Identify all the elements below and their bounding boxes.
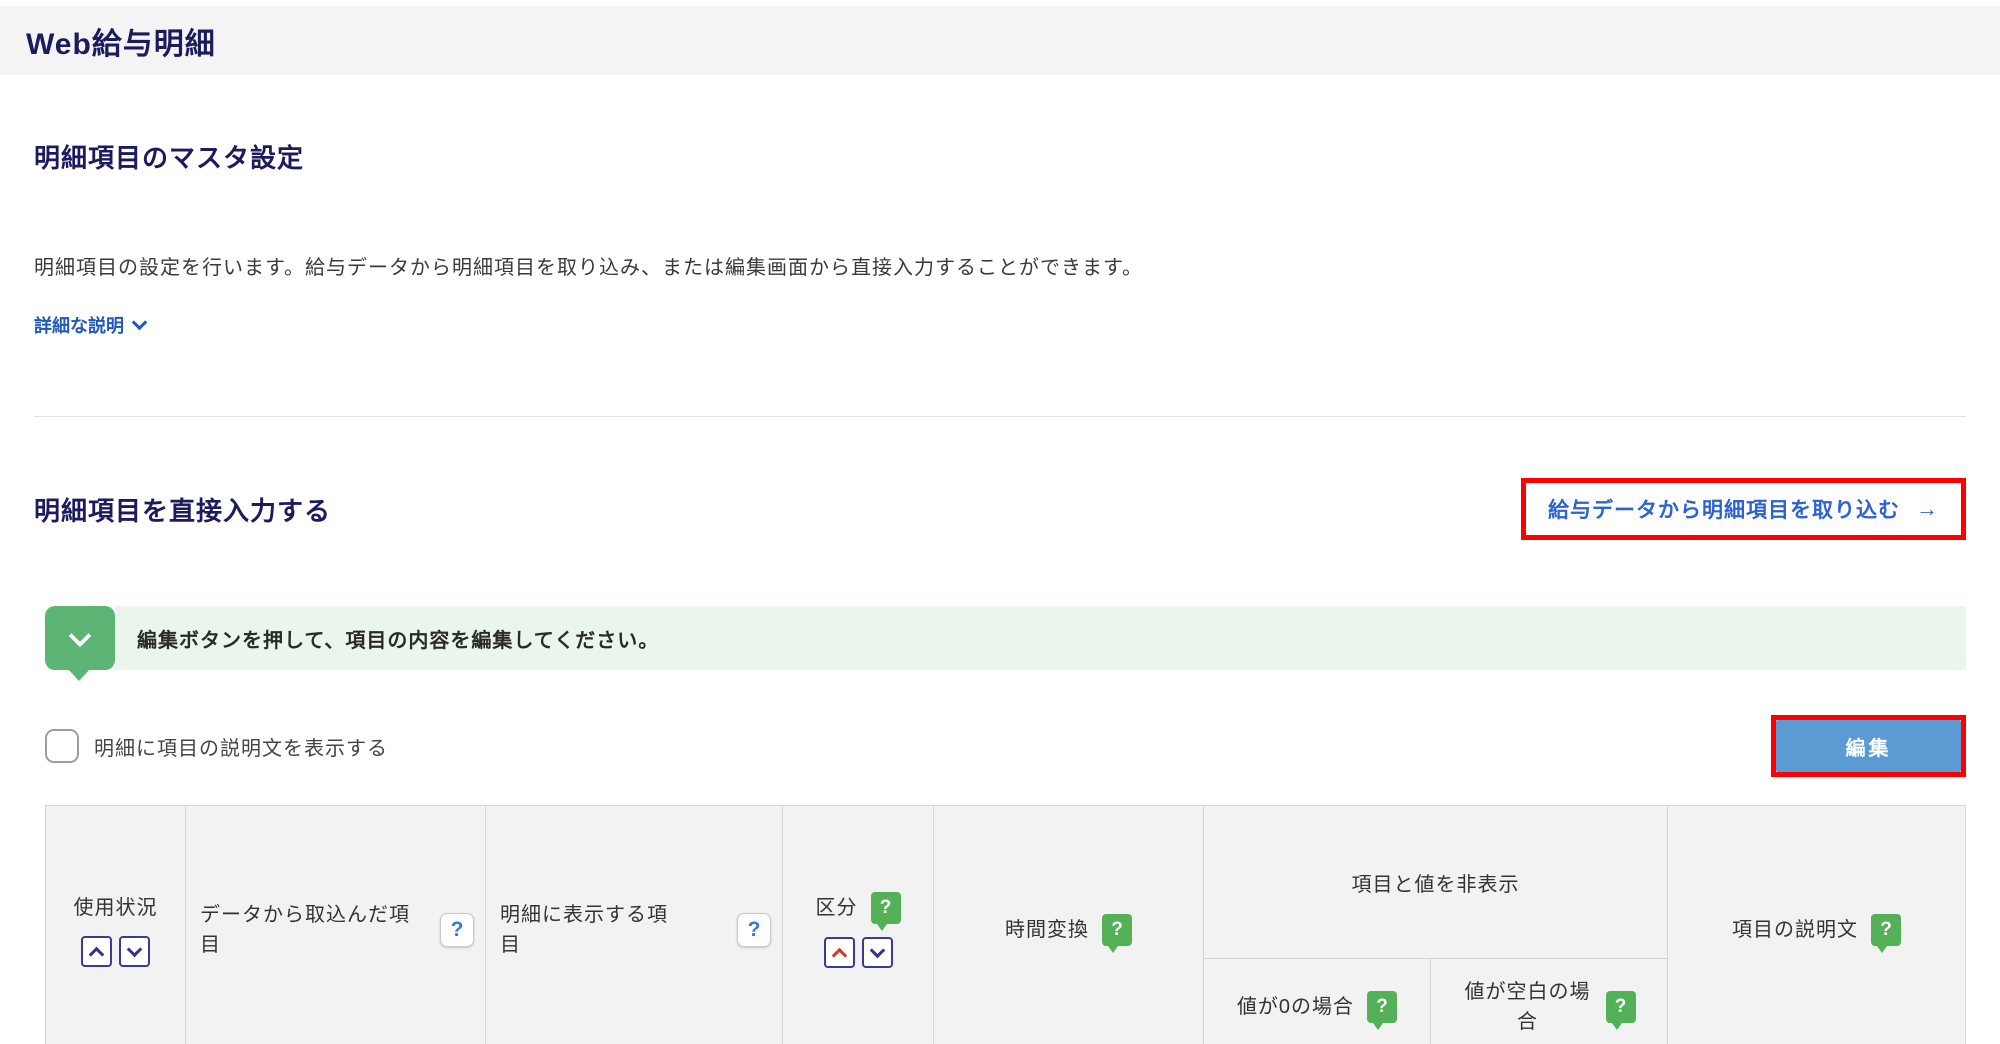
header-value-blank: 値が空白の場合 ? — [1430, 958, 1668, 1044]
chevron-up-icon — [88, 946, 105, 962]
category-header-label: 区分 — [815, 897, 858, 919]
import-link-label: 給与データから明細項目を取り込む — [1548, 499, 1900, 522]
sort-up-button[interactable] — [81, 936, 112, 967]
chevron-up-icon — [831, 947, 847, 963]
help-tooltip-icon[interactable]: ? — [1367, 990, 1398, 1030]
chevron-down-icon — [126, 941, 143, 957]
value-blank-header-label: 値が空白の場合 — [1464, 980, 1591, 1033]
table-header-row: 使用状況 データから取込んだ項目 ? 明細に表示する項目 ? 区分 ? 時間変換… — [45, 805, 1966, 1044]
header-item-description: 項目の説明文 ? — [1667, 805, 1966, 1044]
usage-status-sort-controls — [81, 936, 150, 967]
master-settings-description: 明細項目の設定を行います。給与データから明細項目を取り込み、または編集画面から直… — [34, 257, 1143, 279]
help-icon[interactable]: ? — [737, 913, 771, 947]
sort-down-button[interactable] — [861, 937, 893, 968]
app-title: Web給与明細 — [26, 27, 216, 61]
value-zero-header-label: 値が0の場合 — [1236, 995, 1355, 1018]
header-displayed-item: 明細に表示する項目 ? — [485, 805, 783, 1044]
header-value-zero: 値が0の場合 ? — [1203, 958, 1431, 1044]
direct-input-heading: 明細項目を直接入力する — [34, 495, 332, 526]
header-imported-item: データから取込んだ項目 ? — [185, 805, 486, 1044]
imported-item-header-label: データから取込んだ項目 — [200, 904, 410, 956]
section-divider — [34, 416, 1966, 417]
table-controls-row: 明細に項目の説明文を表示する 編集 — [45, 715, 1966, 777]
help-icon[interactable]: ? — [440, 913, 474, 947]
help-tooltip-icon[interactable]: ? — [870, 892, 901, 931]
statement-items-table: 使用状況 データから取込んだ項目 ? 明細に表示する項目 ? 区分 ? 時間変換… — [45, 805, 1966, 1044]
show-description-checkbox-label: 明細に項目の説明文を表示する — [94, 737, 388, 760]
arrow-right-icon: → — [1916, 496, 1939, 521]
detail-description-link[interactable]: 詳細な説明 — [34, 312, 148, 338]
header-usage-status: 使用状況 — [45, 805, 186, 1044]
direct-input-section: 明細項目を直接入力する 給与データから明細項目を取り込む → — [34, 478, 1966, 540]
help-tooltip-icon[interactable]: ? — [1102, 914, 1132, 953]
sort-down-button[interactable] — [119, 936, 150, 967]
notice-bar: 編集ボタンを押して、項目の内容を編集してください。 — [115, 606, 1966, 670]
master-settings-heading: 明細項目のマスタ設定 — [34, 143, 305, 173]
header-category: 区分 ? — [782, 805, 934, 1044]
header-hide-group: 項目と値を非表示 — [1203, 805, 1668, 959]
chevron-down-icon — [869, 942, 885, 958]
help-tooltip-icon[interactable]: ? — [1871, 914, 1901, 953]
show-description-checkbox-row[interactable]: 明細に項目の説明文を表示する — [45, 729, 388, 763]
info-notice: 編集ボタンを押して、項目の内容を編集してください。 — [45, 606, 1966, 681]
chevron-down-icon — [68, 624, 92, 647]
annotation-box-import-link: 給与データから明細項目を取り込む → — [1521, 478, 1966, 540]
main-content: 明細項目のマスタ設定 明細項目の設定を行います。給与データから明細項目を取り込み… — [0, 138, 2000, 1044]
master-settings-section: 明細項目のマスタ設定 明細項目の設定を行います。給与データから明細項目を取り込み… — [34, 138, 1966, 338]
annotation-box-edit-button: 編集 — [1771, 715, 1966, 777]
show-description-checkbox[interactable] — [45, 729, 79, 763]
sort-up-button-active[interactable] — [823, 937, 855, 968]
item-description-header-label: 項目の説明文 — [1732, 919, 1858, 941]
displayed-item-header-label: 明細に表示する項目 — [500, 904, 668, 956]
time-conversion-header-label: 時間変換 — [1005, 919, 1089, 941]
chevron-down-icon — [131, 314, 148, 331]
help-tooltip-icon[interactable]: ? — [1605, 990, 1636, 1030]
notice-text: 編集ボタンを押して、項目の内容を編集してください。 — [137, 629, 660, 652]
header-time-conversion: 時間変換 ? — [933, 805, 1204, 1044]
app-title-bar: Web給与明細 — [0, 6, 2000, 75]
detail-description-label: 詳細な説明 — [34, 316, 124, 336]
edit-button[interactable]: 編集 — [1776, 720, 1961, 772]
import-from-payroll-link[interactable]: 給与データから明細項目を取り込む → — [1548, 494, 1939, 524]
notice-collapse-button[interactable] — [45, 606, 115, 681]
usage-status-header-label: 使用状況 — [73, 897, 158, 919]
category-sort-controls — [823, 937, 893, 968]
